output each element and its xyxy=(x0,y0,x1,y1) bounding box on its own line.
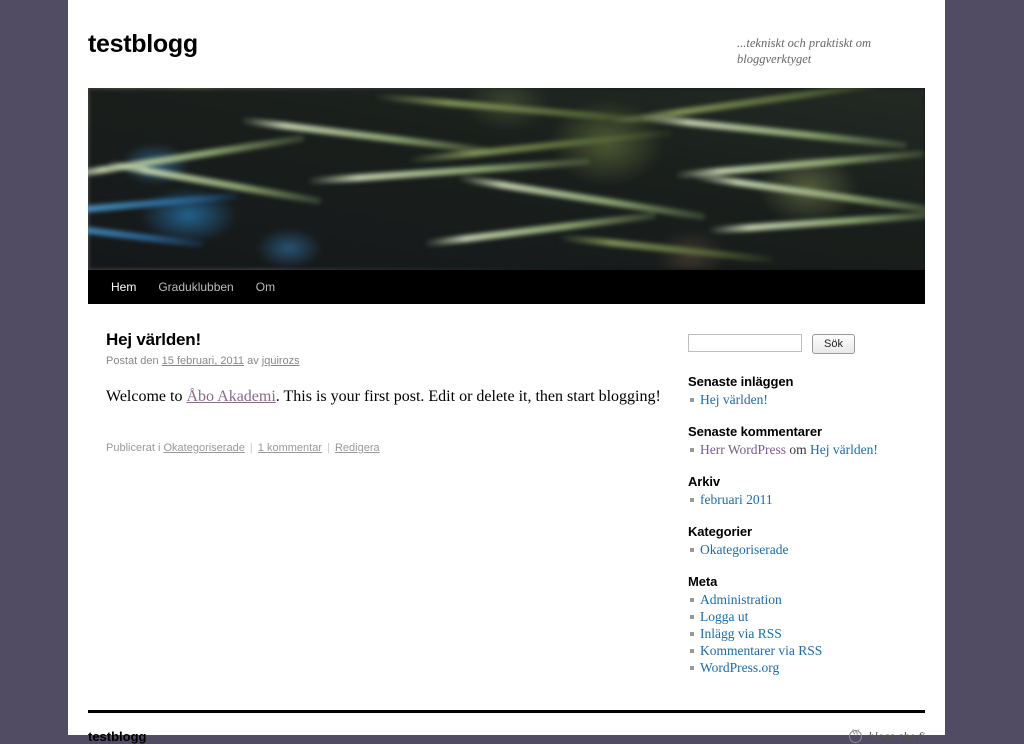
widget-meta: Meta Administration Logga ut Inlägg via … xyxy=(688,574,908,676)
post-edit-link[interactable]: Redigera xyxy=(335,442,380,454)
list-item: Kommentarer via RSS xyxy=(688,643,908,659)
post-body: Welcome to Åbo Akademi. This is your fir… xyxy=(106,385,670,408)
post-utility-bar: Publicerat i Okategoriserade | 1 komment… xyxy=(106,442,670,454)
search-form: Sök xyxy=(688,334,908,354)
widget-list-categories: Okategoriserade xyxy=(688,542,908,558)
widget-categories: Kategorier Okategoriserade xyxy=(688,524,908,558)
meta-link-administration[interactable]: Administration xyxy=(700,592,782,607)
post-meta-prefix: Postat den xyxy=(106,355,159,367)
widget-title-recent-comments: Senaste kommentarer xyxy=(688,424,822,439)
sidebar: Sök Senaste inläggen Hej världen! Senast… xyxy=(688,330,908,692)
widget-recent-posts: Senaste inläggen Hej världen! xyxy=(688,374,908,408)
recent-post-link-hej-varlden[interactable]: Hej världen! xyxy=(700,392,768,407)
list-item: Logga ut xyxy=(688,609,908,625)
widget-list-recent-posts: Hej världen! xyxy=(688,392,908,408)
comment-connector: om xyxy=(786,442,811,457)
post-title[interactable]: Hej världen! xyxy=(106,330,670,350)
widget-title-meta: Meta xyxy=(688,574,718,589)
list-item: Hej världen! xyxy=(688,392,908,408)
site-title[interactable]: testblogg xyxy=(88,30,198,59)
category-link-okategoriserade[interactable]: Okategoriserade xyxy=(700,542,788,557)
list-item: Okategoriserade xyxy=(688,542,908,558)
site-description: ...tekniskt och praktiskt om bloggverkty… xyxy=(737,36,871,66)
comment-post-link[interactable]: Hej världen! xyxy=(810,442,878,457)
widget-list-meta: Administration Logga ut Inlägg via RSS K… xyxy=(688,592,908,676)
site-footer: testblogg blogs.abo.fi xyxy=(88,710,925,744)
list-item: WordPress.org xyxy=(688,660,908,676)
utility-separator-1: | xyxy=(249,442,253,454)
search-submit-button[interactable]: Sök xyxy=(812,334,855,354)
widget-list-recent-comments: Herr WordPress om Hej världen! xyxy=(688,442,908,458)
list-item: februari 2011 xyxy=(688,492,908,508)
post-body-text-before: Welcome to xyxy=(106,388,187,405)
search-input[interactable] xyxy=(688,334,802,352)
post-entry: Hej världen! Postat den 15 februari, 201… xyxy=(106,330,670,454)
widget-recent-comments: Senaste kommentarer Herr WordPress om He… xyxy=(688,424,908,458)
widget-title-categories: Kategorier xyxy=(688,524,753,539)
nav-item-om[interactable]: Om xyxy=(245,270,286,304)
wordpress-logo-icon xyxy=(849,728,863,743)
list-item: Herr WordPress om Hej världen! xyxy=(688,442,908,458)
comment-author-link[interactable]: Herr WordPress xyxy=(700,442,786,457)
header-image xyxy=(88,88,925,270)
nav-item-hem[interactable]: Hem xyxy=(100,270,147,304)
widget-title-recent-posts: Senaste inläggen xyxy=(688,374,794,389)
utility-separator-2: | xyxy=(327,442,330,454)
widget-title-archives: Arkiv xyxy=(688,474,721,489)
site-page: testblogg ...tekniskt och praktiskt om b… xyxy=(68,0,945,744)
meta-link-inlagg-via-rss[interactable]: Inlägg via RSS xyxy=(700,626,782,641)
widget-list-archives: februari 2011 xyxy=(688,492,908,508)
meta-link-kommentarer-via-rss[interactable]: Kommentarer via RSS xyxy=(700,643,822,658)
post-body-text-after: . This is your first post. Edit or delet… xyxy=(275,388,661,405)
list-item: Administration xyxy=(688,592,908,608)
footer-site-title[interactable]: testblogg xyxy=(88,729,147,744)
site-branding: testblogg ...tekniskt och praktiskt om b… xyxy=(68,0,945,88)
widget-archives: Arkiv februari 2011 xyxy=(688,474,908,508)
post-comments-link[interactable]: 1 kommentar xyxy=(258,442,322,454)
archive-link-februari-2011[interactable]: februari 2011 xyxy=(700,492,773,507)
post-category-link[interactable]: Okategoriserade xyxy=(163,442,244,454)
list-item: Inlägg via RSS xyxy=(688,626,908,642)
nav-item-graduklubben[interactable]: Graduklubben xyxy=(147,270,244,304)
footer-credit-text[interactable]: blogs.abo.fi xyxy=(868,729,925,744)
utility-prefix: Publicerat i xyxy=(106,442,161,454)
abo-akademi-link[interactable]: Åbo Akademi xyxy=(186,388,275,405)
main-content-area: Hej världen! Postat den 15 februari, 201… xyxy=(88,304,925,692)
post-date-link[interactable]: 15 februari, 2011 xyxy=(162,355,244,367)
post-meta-by: av xyxy=(247,355,259,367)
primary-navigation: Hem Graduklubben Om xyxy=(88,270,925,304)
meta-link-wordpress-org[interactable]: WordPress.org xyxy=(700,660,779,675)
post-meta: Postat den 15 februari, 2011 av jquirozs xyxy=(106,355,670,367)
post-author-link[interactable]: jquirozs xyxy=(262,355,300,367)
header-image-ferns-right xyxy=(88,88,925,270)
post-content-column: Hej världen! Postat den 15 februari, 201… xyxy=(88,330,688,692)
meta-link-logga-ut[interactable]: Logga ut xyxy=(700,609,748,624)
footer-credit: blogs.abo.fi xyxy=(849,728,925,744)
